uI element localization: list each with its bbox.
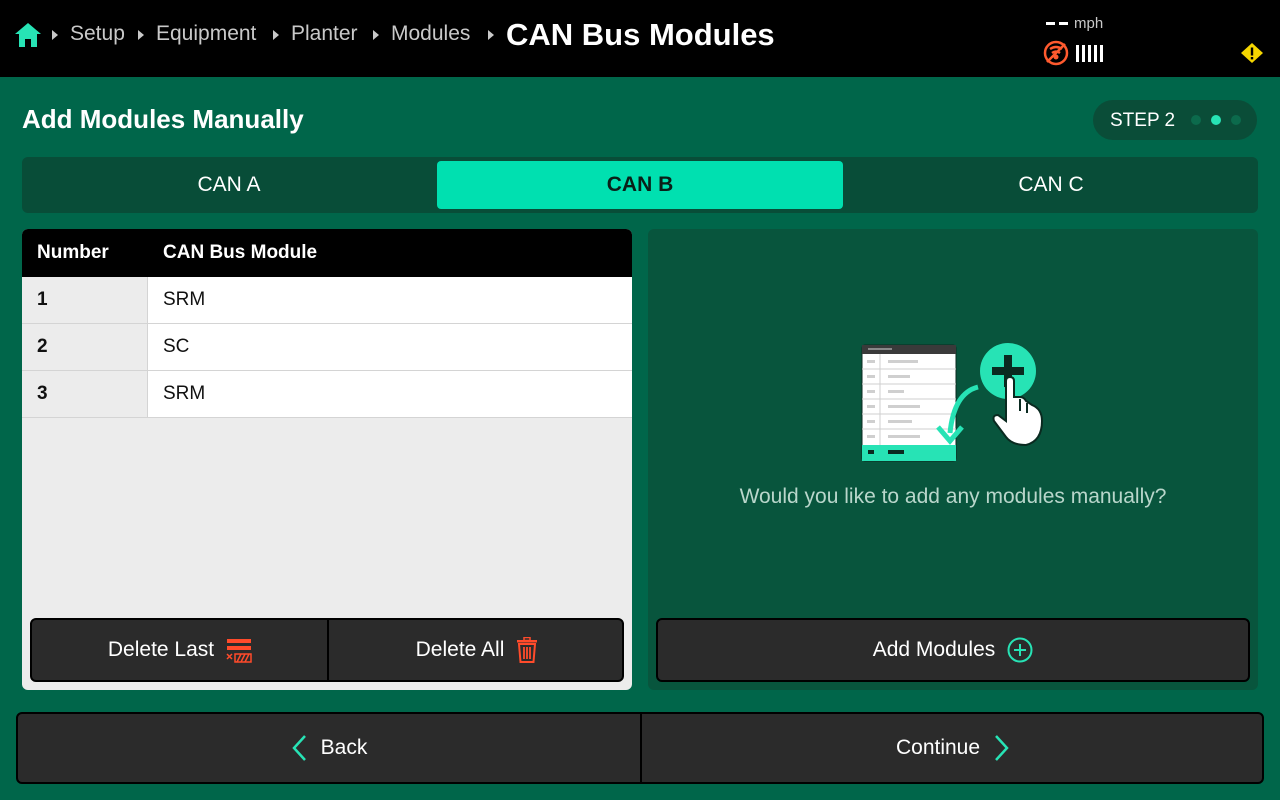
table-row[interactable]: 1 SRM	[22, 277, 632, 324]
top-bar: Setup Equipment Planter Modules CAN Bus …	[0, 0, 1280, 77]
trash-icon	[517, 637, 538, 663]
tab-can-a[interactable]: CAN A	[26, 161, 432, 209]
speed-unit: mph	[1074, 15, 1104, 32]
breadcrumb-separator	[138, 30, 144, 40]
add-modules-panel: Would you like to add any modules manual…	[648, 229, 1258, 690]
home-icon[interactable]	[14, 22, 42, 48]
number-cell: 2	[22, 324, 148, 370]
signal-strength-icon[interactable]	[1076, 45, 1106, 62]
breadcrumb-setup[interactable]: Setup	[70, 22, 125, 46]
delete-last-label: Delete Last	[107, 638, 215, 661]
gps-signal-lost-icon[interactable]	[1043, 40, 1069, 66]
row-number: 1	[37, 289, 48, 310]
add-modules-button[interactable]: Add Modules	[656, 618, 1250, 682]
delete-all-label: Delete All	[415, 638, 505, 661]
speed-value-placeholder	[1046, 22, 1068, 26]
row-module: SC	[163, 336, 190, 357]
delete-last-button[interactable]: Delete Last	[32, 620, 328, 680]
row-number: 2	[37, 336, 48, 357]
row-number: 3	[37, 383, 48, 404]
tab-can-c[interactable]: CAN C	[848, 161, 1254, 209]
column-header-module: CAN Bus Module	[163, 242, 318, 263]
row-module: SRM	[163, 289, 206, 310]
continue-button[interactable]: Continue	[642, 714, 1262, 782]
add-module-illustration	[861, 343, 1044, 462]
plus-circle-icon	[1007, 637, 1033, 663]
bottom-navigation: Back Continue	[16, 712, 1264, 784]
module-cell: SRM	[148, 277, 632, 323]
step-label: STEP 2	[1110, 110, 1176, 131]
breadcrumb-separator	[273, 30, 279, 40]
column-header-number: Number	[37, 242, 109, 263]
add-modules-prompt: Would you like to add any modules manual…	[739, 485, 1167, 508]
step-dot-1	[1191, 115, 1201, 125]
row-module: SRM	[163, 383, 206, 404]
section-title: Add Modules Manually	[22, 104, 304, 134]
breadcrumb-separator	[488, 30, 494, 40]
step-indicator: STEP 2	[1093, 100, 1257, 140]
can-tabs: CAN A CAN B CAN C	[22, 157, 1258, 213]
breadcrumb-equipment[interactable]: Equipment	[156, 22, 256, 46]
table-row[interactable]: 3 SRM	[22, 371, 632, 418]
page-title: CAN Bus Modules	[506, 17, 775, 52]
number-cell: 1	[22, 277, 148, 323]
back-label: Back	[320, 736, 368, 759]
modules-table-panel: Number CAN Bus Module 1 SRM 2 SC 3 SRM D…	[22, 229, 632, 690]
delete-actions: Delete Last Delete All	[30, 618, 624, 682]
module-cell: SRM	[148, 371, 632, 417]
step-dot-3	[1231, 115, 1241, 125]
delete-last-icon	[226, 639, 252, 663]
module-cell: SC	[148, 324, 632, 370]
step-dot-2-active	[1211, 115, 1221, 125]
number-cell: 3	[22, 371, 148, 417]
table-header: Number CAN Bus Module	[22, 229, 632, 277]
chevron-right-icon	[995, 735, 1009, 761]
breadcrumb-planter[interactable]: Planter	[291, 22, 358, 46]
back-button[interactable]: Back	[18, 714, 640, 782]
warning-icon[interactable]	[1240, 42, 1264, 64]
tab-can-b[interactable]: CAN B	[437, 161, 843, 209]
table-row[interactable]: 2 SC	[22, 324, 632, 371]
continue-label: Continue	[895, 736, 981, 759]
add-modules-label: Add Modules	[872, 638, 996, 661]
breadcrumb-separator	[373, 30, 379, 40]
breadcrumb-modules[interactable]: Modules	[391, 22, 470, 46]
breadcrumb-separator	[52, 30, 58, 40]
delete-all-button[interactable]: Delete All	[329, 620, 622, 680]
chevron-left-icon	[291, 735, 306, 761]
